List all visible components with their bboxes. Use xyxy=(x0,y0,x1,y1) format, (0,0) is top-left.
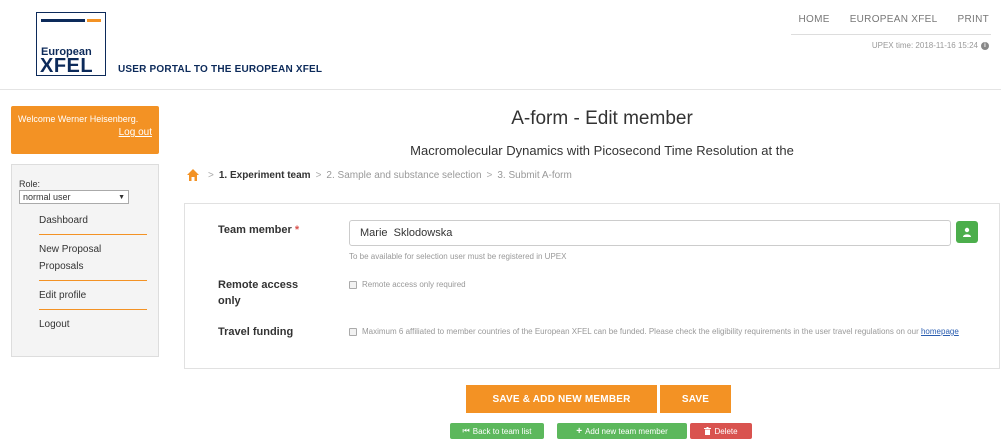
team-member-label: Team member * xyxy=(218,222,299,238)
travel-funding-text: Maximum 6 affiliated to member countries… xyxy=(362,326,959,338)
trash-icon xyxy=(704,427,712,435)
save-add-new-member-button[interactable]: SAVE & ADD NEW MEMBER xyxy=(466,385,657,413)
step-submit-aform[interactable]: 3. Submit A-form xyxy=(497,170,571,181)
add-new-team-member-label: Add new team member xyxy=(585,426,668,436)
remote-access-label: Remote access only xyxy=(218,279,299,307)
user-icon xyxy=(963,227,971,237)
delete-button[interactable]: Delete xyxy=(690,423,752,439)
travel-funding-description: Maximum 6 affiliated to member countries… xyxy=(362,327,919,336)
sidebar-nav: Dashboard New Proposal Proposals Edit pr… xyxy=(39,212,147,333)
upex-time-text: UPEX time: 2018-11-16 15:24 xyxy=(871,41,978,50)
sidebar-item-logout[interactable]: Logout xyxy=(39,316,147,333)
menu-divider xyxy=(39,309,147,310)
team-member-input[interactable] xyxy=(349,220,951,246)
remote-access-row: Remote access only required xyxy=(349,279,466,291)
header-divider xyxy=(0,89,1001,90)
sidebar-item-new-proposal[interactable]: New Proposal xyxy=(39,241,147,258)
remote-access-text: Remote access only required xyxy=(362,280,466,289)
member-form: Team member * To be available for select… xyxy=(184,203,1000,369)
welcome-box: Welcome Werner Heisenberg. Log out xyxy=(11,106,159,154)
add-new-team-member-button[interactable]: + Add new team member xyxy=(557,423,687,439)
role-label: Role: xyxy=(19,179,41,189)
delete-label: Delete xyxy=(714,426,738,436)
home-icon[interactable] xyxy=(186,168,200,182)
sidebar-menu: Role: normal user ▼ Dashboard New Propos… xyxy=(11,164,159,357)
page-title-container: A-form - Edit member xyxy=(184,108,1001,130)
logo-word-xfel: XFEL xyxy=(40,55,94,77)
step-experiment-team[interactable]: 1. Experiment team xyxy=(219,170,311,181)
team-member-label-text: Team member xyxy=(218,224,292,236)
sidebar-item-edit-profile[interactable]: Edit profile xyxy=(39,287,147,304)
breadcrumb-steps: > 1. Experiment team > 2. Sample and sub… xyxy=(186,168,577,182)
nav-european-xfel-link[interactable]: EUROPEAN XFEL xyxy=(850,14,938,25)
remote-access-checkbox[interactable] xyxy=(349,281,357,289)
back-to-team-list-button[interactable]: ⏮ Back to team list xyxy=(450,423,544,439)
homepage-link[interactable]: homepage xyxy=(921,327,959,336)
role-select-value: normal user xyxy=(23,192,71,202)
step-separator: > xyxy=(208,169,214,181)
select-user-button[interactable] xyxy=(956,221,978,243)
step-separator: > xyxy=(315,169,322,181)
chevron-down-icon: ▼ xyxy=(118,193,125,201)
nav-home-link[interactable]: HOME xyxy=(798,14,829,25)
back-to-team-list-label: Back to team list xyxy=(472,426,532,436)
plus-icon: + xyxy=(576,425,583,437)
step-separator: > xyxy=(486,169,493,181)
travel-funding-label: Travel funding xyxy=(218,326,294,338)
logout-link[interactable]: Log out xyxy=(18,127,152,138)
european-xfel-logo[interactable]: European XFEL xyxy=(36,12,106,76)
team-member-help: To be available for selection user must … xyxy=(349,252,567,261)
portal-title: USER PORTAL TO THE EUROPEAN XFEL xyxy=(118,64,323,75)
proposal-subtitle: Macromolecular Dynamics with Picosecond … xyxy=(410,143,794,158)
save-button[interactable]: SAVE xyxy=(660,385,731,413)
sidebar-item-dashboard[interactable]: Dashboard xyxy=(39,212,147,229)
back-icon: ⏮ xyxy=(462,426,470,435)
menu-divider xyxy=(39,234,147,235)
travel-funding-row: Maximum 6 affiliated to member countries… xyxy=(349,326,979,338)
upex-time: UPEX time: 2018-11-16 15:24 i xyxy=(872,41,989,50)
page-title: A-form - Edit member xyxy=(511,108,693,129)
welcome-text: Welcome Werner Heisenberg. xyxy=(18,114,139,124)
info-icon[interactable]: i xyxy=(981,41,989,50)
logo-bar-orange xyxy=(87,19,101,22)
required-mark: * xyxy=(294,224,300,236)
step-sample-selection[interactable]: 2. Sample and substance selection xyxy=(326,170,481,181)
travel-funding-checkbox[interactable] xyxy=(349,328,357,336)
nav-divider xyxy=(791,34,991,35)
role-select[interactable]: normal user ▼ xyxy=(19,190,129,204)
sidebar-item-proposals[interactable]: Proposals xyxy=(39,258,147,275)
nav-print-link[interactable]: PRINT xyxy=(958,14,990,25)
top-navigation: HOME EUROPEAN XFEL PRINT xyxy=(778,14,989,25)
logo-bar-dark xyxy=(41,19,85,22)
menu-divider xyxy=(39,280,147,281)
